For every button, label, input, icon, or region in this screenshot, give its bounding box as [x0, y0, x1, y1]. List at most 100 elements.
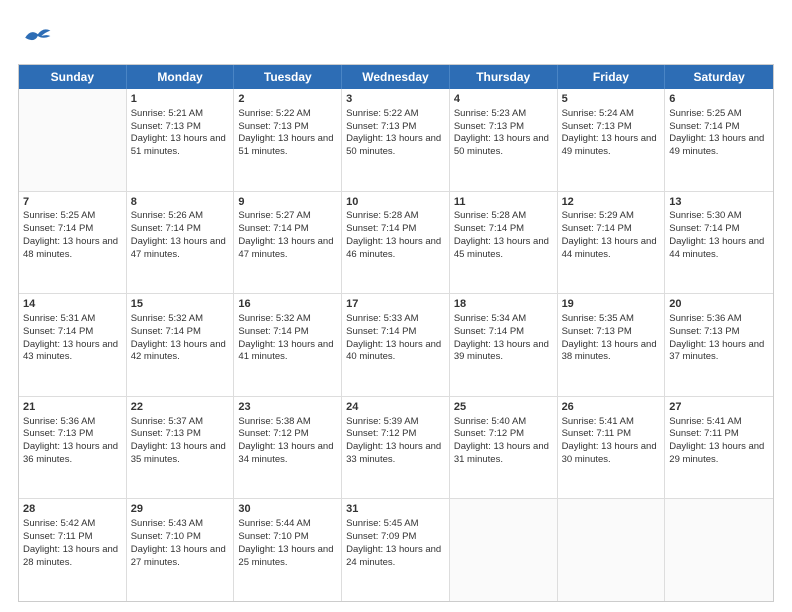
day-number: 18 [454, 297, 553, 312]
sunrise-text: Sunrise: 5:30 AM [669, 210, 769, 223]
logo [18, 18, 56, 54]
sunset-text: Sunset: 7:14 PM [23, 326, 122, 339]
day-cell-25: 25Sunrise: 5:40 AMSunset: 7:12 PMDayligh… [450, 397, 558, 499]
day-cell-18: 18Sunrise: 5:34 AMSunset: 7:14 PMDayligh… [450, 294, 558, 396]
daylight-text: Daylight: 13 hours and 35 minutes. [131, 441, 230, 467]
sunrise-text: Sunrise: 5:41 AM [562, 416, 661, 429]
day-number: 19 [562, 297, 661, 312]
day-number: 6 [669, 92, 769, 107]
day-number: 5 [562, 92, 661, 107]
calendar-week-3: 14Sunrise: 5:31 AMSunset: 7:14 PMDayligh… [19, 294, 773, 397]
daylight-text: Daylight: 13 hours and 41 minutes. [238, 339, 337, 365]
daylight-text: Daylight: 13 hours and 44 minutes. [562, 236, 661, 262]
sunrise-text: Sunrise: 5:24 AM [562, 108, 661, 121]
day-number: 11 [454, 195, 553, 210]
day-cell-19: 19Sunrise: 5:35 AMSunset: 7:13 PMDayligh… [558, 294, 666, 396]
daylight-text: Daylight: 13 hours and 40 minutes. [346, 339, 445, 365]
sunrise-text: Sunrise: 5:35 AM [562, 313, 661, 326]
sunrise-text: Sunrise: 5:40 AM [454, 416, 553, 429]
sunset-text: Sunset: 7:11 PM [23, 531, 122, 544]
day-number: 21 [23, 400, 122, 415]
day-number: 10 [346, 195, 445, 210]
day-header-saturday: Saturday [665, 65, 773, 89]
day-number: 12 [562, 195, 661, 210]
sunrise-text: Sunrise: 5:45 AM [346, 518, 445, 531]
sunset-text: Sunset: 7:12 PM [346, 428, 445, 441]
day-number: 2 [238, 92, 337, 107]
day-header-monday: Monday [127, 65, 235, 89]
day-cell-20: 20Sunrise: 5:36 AMSunset: 7:13 PMDayligh… [665, 294, 773, 396]
daylight-text: Daylight: 13 hours and 48 minutes. [23, 236, 122, 262]
daylight-text: Daylight: 13 hours and 31 minutes. [454, 441, 553, 467]
sunrise-text: Sunrise: 5:23 AM [454, 108, 553, 121]
day-cell-1: 1Sunrise: 5:21 AMSunset: 7:13 PMDaylight… [127, 89, 235, 191]
sunset-text: Sunset: 7:14 PM [669, 223, 769, 236]
day-cell-11: 11Sunrise: 5:28 AMSunset: 7:14 PMDayligh… [450, 192, 558, 294]
day-cell-3: 3Sunrise: 5:22 AMSunset: 7:13 PMDaylight… [342, 89, 450, 191]
day-cell-21: 21Sunrise: 5:36 AMSunset: 7:13 PMDayligh… [19, 397, 127, 499]
sunset-text: Sunset: 7:14 PM [454, 223, 553, 236]
daylight-text: Daylight: 13 hours and 38 minutes. [562, 339, 661, 365]
calendar-week-5: 28Sunrise: 5:42 AMSunset: 7:11 PMDayligh… [19, 499, 773, 601]
day-number: 1 [131, 92, 230, 107]
sunset-text: Sunset: 7:13 PM [131, 428, 230, 441]
header [18, 18, 774, 54]
sunset-text: Sunset: 7:14 PM [23, 223, 122, 236]
sunrise-text: Sunrise: 5:44 AM [238, 518, 337, 531]
daylight-text: Daylight: 13 hours and 29 minutes. [669, 441, 769, 467]
sunrise-text: Sunrise: 5:28 AM [454, 210, 553, 223]
day-header-friday: Friday [558, 65, 666, 89]
day-number: 14 [23, 297, 122, 312]
day-number: 3 [346, 92, 445, 107]
day-number: 27 [669, 400, 769, 415]
sunrise-text: Sunrise: 5:33 AM [346, 313, 445, 326]
sunset-text: Sunset: 7:13 PM [131, 121, 230, 134]
day-cell-28: 28Sunrise: 5:42 AMSunset: 7:11 PMDayligh… [19, 499, 127, 601]
day-number: 22 [131, 400, 230, 415]
day-number: 31 [346, 502, 445, 517]
sunset-text: Sunset: 7:09 PM [346, 531, 445, 544]
calendar-header: SundayMondayTuesdayWednesdayThursdayFrid… [19, 65, 773, 89]
day-cell-26: 26Sunrise: 5:41 AMSunset: 7:11 PMDayligh… [558, 397, 666, 499]
sunrise-text: Sunrise: 5:37 AM [131, 416, 230, 429]
day-number: 4 [454, 92, 553, 107]
sunset-text: Sunset: 7:13 PM [562, 326, 661, 339]
day-cell-16: 16Sunrise: 5:32 AMSunset: 7:14 PMDayligh… [234, 294, 342, 396]
day-number: 16 [238, 297, 337, 312]
sunset-text: Sunset: 7:14 PM [131, 223, 230, 236]
calendar-week-2: 7Sunrise: 5:25 AMSunset: 7:14 PMDaylight… [19, 192, 773, 295]
day-cell-23: 23Sunrise: 5:38 AMSunset: 7:12 PMDayligh… [234, 397, 342, 499]
sunset-text: Sunset: 7:14 PM [346, 223, 445, 236]
day-number: 28 [23, 502, 122, 517]
sunset-text: Sunset: 7:14 PM [562, 223, 661, 236]
day-header-wednesday: Wednesday [342, 65, 450, 89]
calendar-week-1: 1Sunrise: 5:21 AMSunset: 7:13 PMDaylight… [19, 89, 773, 192]
sunset-text: Sunset: 7:13 PM [346, 121, 445, 134]
day-cell-4: 4Sunrise: 5:23 AMSunset: 7:13 PMDaylight… [450, 89, 558, 191]
sunset-text: Sunset: 7:14 PM [454, 326, 553, 339]
daylight-text: Daylight: 13 hours and 44 minutes. [669, 236, 769, 262]
sunrise-text: Sunrise: 5:28 AM [346, 210, 445, 223]
day-number: 30 [238, 502, 337, 517]
sunset-text: Sunset: 7:10 PM [238, 531, 337, 544]
daylight-text: Daylight: 13 hours and 49 minutes. [562, 133, 661, 159]
day-cell-27: 27Sunrise: 5:41 AMSunset: 7:11 PMDayligh… [665, 397, 773, 499]
daylight-text: Daylight: 13 hours and 28 minutes. [23, 544, 122, 570]
daylight-text: Daylight: 13 hours and 27 minutes. [131, 544, 230, 570]
daylight-text: Daylight: 13 hours and 47 minutes. [131, 236, 230, 262]
day-cell-13: 13Sunrise: 5:30 AMSunset: 7:14 PMDayligh… [665, 192, 773, 294]
daylight-text: Daylight: 13 hours and 37 minutes. [669, 339, 769, 365]
sunrise-text: Sunrise: 5:43 AM [131, 518, 230, 531]
sunset-text: Sunset: 7:13 PM [562, 121, 661, 134]
day-number: 24 [346, 400, 445, 415]
daylight-text: Daylight: 13 hours and 42 minutes. [131, 339, 230, 365]
sunrise-text: Sunrise: 5:42 AM [23, 518, 122, 531]
day-cell-7: 7Sunrise: 5:25 AMSunset: 7:14 PMDaylight… [19, 192, 127, 294]
day-cell-15: 15Sunrise: 5:32 AMSunset: 7:14 PMDayligh… [127, 294, 235, 396]
daylight-text: Daylight: 13 hours and 49 minutes. [669, 133, 769, 159]
day-header-tuesday: Tuesday [234, 65, 342, 89]
day-header-sunday: Sunday [19, 65, 127, 89]
sunrise-text: Sunrise: 5:34 AM [454, 313, 553, 326]
sunset-text: Sunset: 7:13 PM [454, 121, 553, 134]
sunrise-text: Sunrise: 5:32 AM [131, 313, 230, 326]
